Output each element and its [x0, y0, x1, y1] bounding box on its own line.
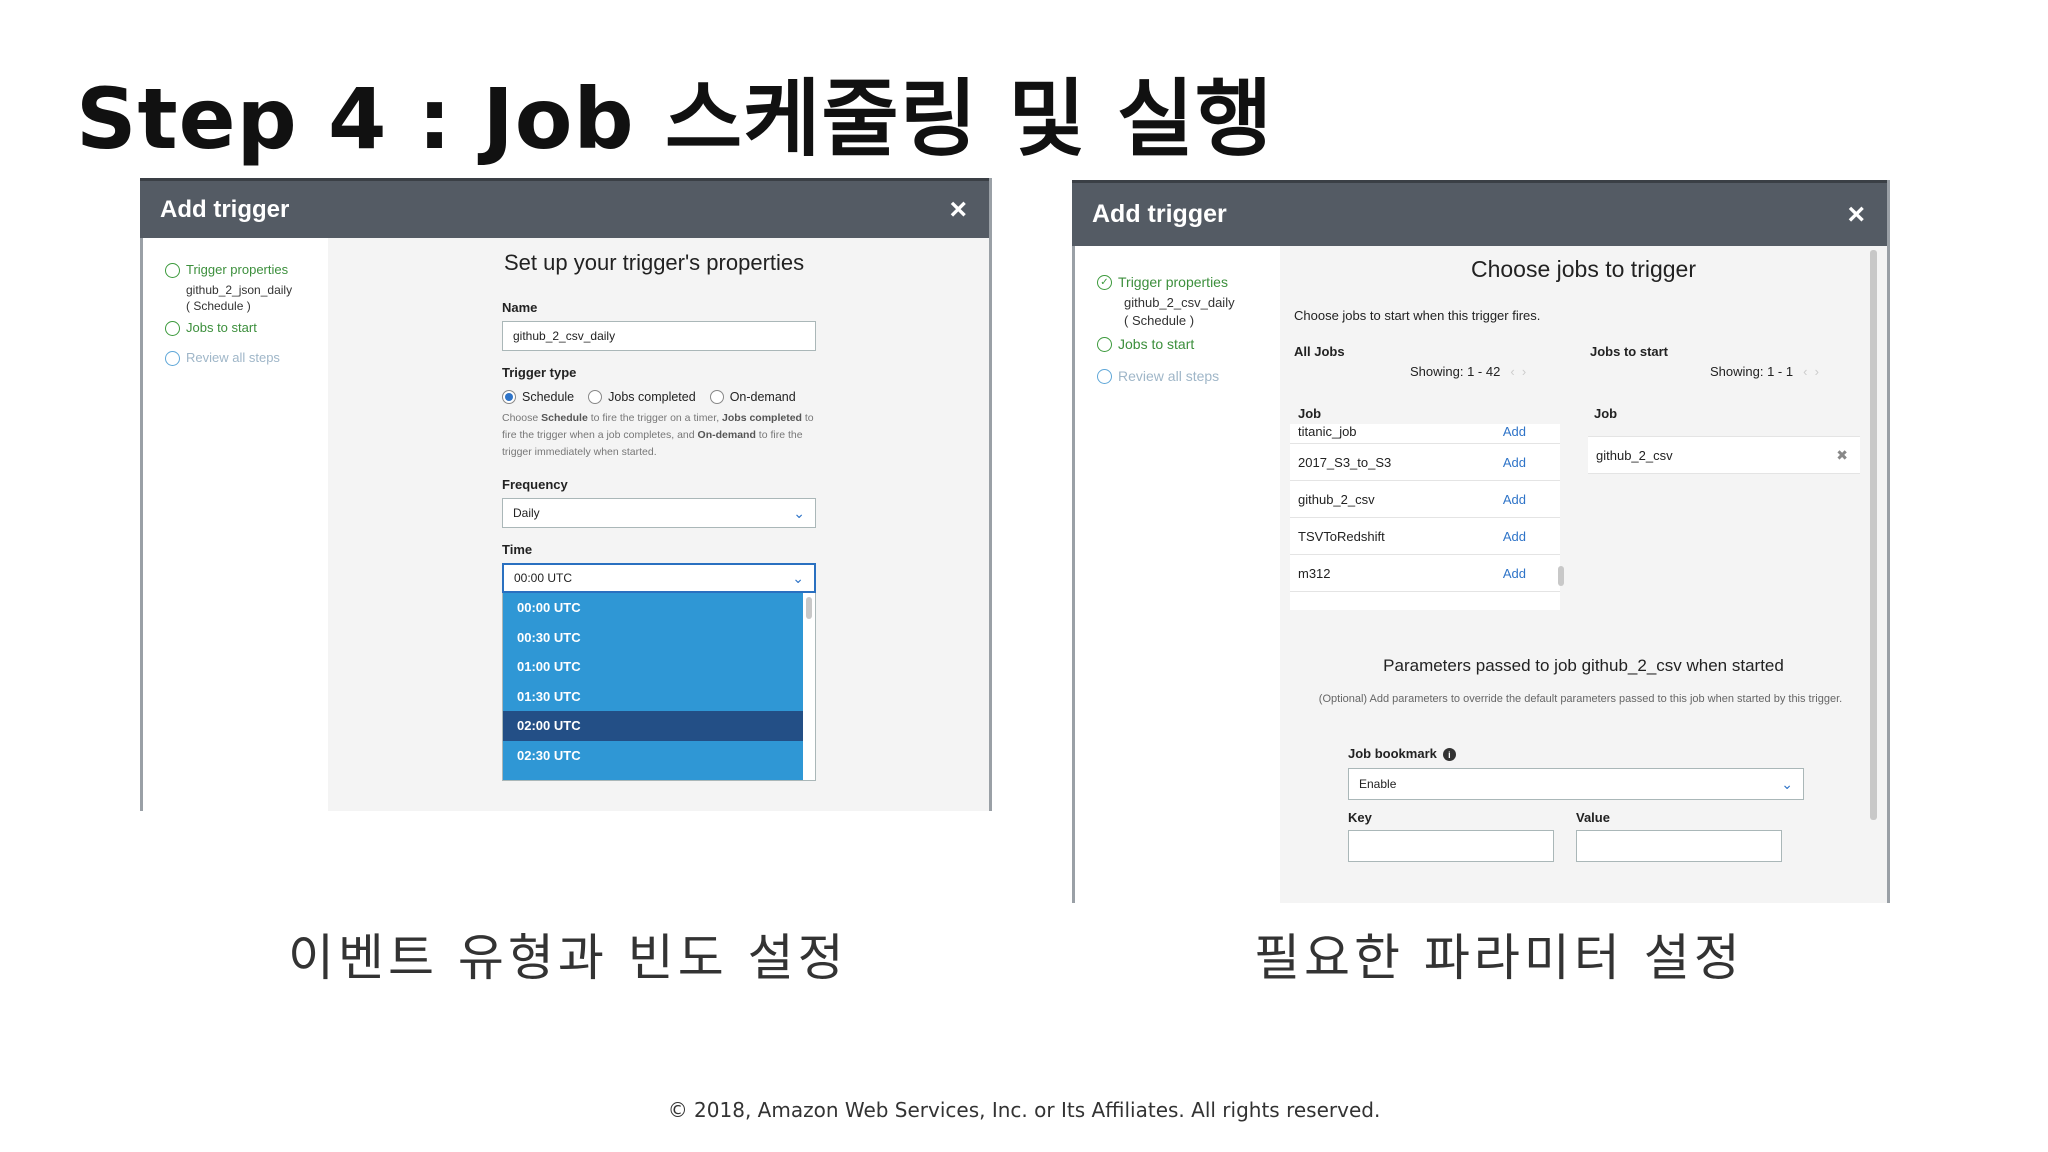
time-option[interactable]: 01:00 UTC: [503, 652, 803, 682]
step-circle-icon: [1097, 337, 1112, 352]
time-dropdown: 00:00 UTC 00:30 UTC 01:00 UTC 01:30 UTC …: [502, 593, 816, 781]
add-trigger-dialog-jobs: Add trigger × ✓ Trigger properties githu…: [1072, 180, 1890, 903]
key-label: Key: [1348, 810, 1372, 825]
step-label: Review all steps: [1118, 368, 1220, 384]
dialog-title: Add trigger: [1092, 200, 1227, 228]
job-bookmark-select[interactable]: Enable ⌄: [1348, 768, 1804, 800]
step-label: Jobs to start: [1118, 336, 1195, 352]
time-option[interactable]: 00:30 UTC: [503, 623, 803, 653]
value-input[interactable]: [1576, 830, 1782, 862]
close-icon[interactable]: ×: [1847, 198, 1865, 232]
params-help: (Optional) Add parameters to override th…: [1318, 693, 1843, 705]
time-option-highlighted[interactable]: 02:00 UTC: [503, 711, 803, 741]
all-jobs-showing: Showing: 1 - 42 ‹ ›: [1410, 364, 1527, 379]
job-bookmark-label: Job bookmark i: [1348, 746, 1456, 762]
value-label: Value: [1576, 810, 1610, 825]
add-job-link[interactable]: Add: [1503, 424, 1526, 439]
dialog-titlebar: Add trigger ×: [140, 178, 989, 238]
time-option[interactable]: 01:30 UTC: [503, 682, 803, 712]
trigger-type-label: Trigger type: [502, 365, 577, 380]
time-option[interactable]: 00:00 UTC: [503, 593, 803, 623]
add-job-link[interactable]: Add: [1503, 455, 1526, 470]
info-icon: i: [1442, 748, 1456, 762]
step-circle-icon: [165, 351, 180, 366]
jobs-to-start-title: Jobs to start: [1590, 344, 1669, 359]
caption-right: 필요한 파라미터 설정: [1254, 929, 1744, 987]
all-jobs-column-header: Job: [1298, 406, 1322, 421]
table-row: github_2_csv Add: [1290, 481, 1560, 518]
table-row: titanic_job Add: [1290, 424, 1560, 444]
dialog-titlebar: Add trigger ×: [1072, 180, 1887, 246]
table-row: github_2_csv ✖: [1588, 437, 1860, 474]
time-option[interactable]: 02:30 UTC: [503, 741, 803, 771]
step-label: Trigger properties: [1118, 274, 1228, 290]
dropdown-scrollbar[interactable]: [806, 597, 812, 619]
copyright-footer: © 2018, Amazon Web Services, Inc. or Its…: [667, 1098, 1381, 1122]
slide-title: Step 4 : Job 스케줄링 및 실행: [76, 70, 1274, 168]
check-icon: ✓: [1097, 275, 1112, 290]
key-input[interactable]: [1348, 830, 1554, 862]
trigger-type-radio-group: Schedule Jobs completed On-demand: [502, 390, 989, 404]
all-jobs-title: All Jobs: [1294, 344, 1345, 359]
panel-description: Choose jobs to start when this trigger f…: [1294, 308, 1541, 323]
name-input[interactable]: github_2_csv_daily: [502, 321, 816, 351]
step-jobs-to-start[interactable]: Jobs to start: [165, 320, 328, 336]
add-job-link[interactable]: Add: [1503, 529, 1526, 544]
dialog-title: Add trigger: [160, 195, 290, 223]
add-job-link[interactable]: Add: [1503, 492, 1526, 507]
radio-schedule[interactable]: Schedule: [502, 390, 574, 404]
step-trigger-properties[interactable]: ✓ Trigger properties: [1097, 274, 1280, 290]
step-label: Trigger properties: [186, 262, 289, 277]
remove-job-icon[interactable]: ✖: [1836, 447, 1848, 464]
frequency-label: Frequency: [502, 477, 568, 492]
params-heading: Parameters passed to job github_2_csv wh…: [1383, 656, 1784, 675]
wizard-steps: Trigger properties github_2_json_daily (…: [140, 238, 328, 811]
add-trigger-dialog-properties: Add trigger × Trigger properties github_…: [140, 178, 992, 811]
frequency-select[interactable]: Daily ⌄: [502, 498, 816, 528]
trigger-type-help: Choose Schedule to fire the trigger on a…: [502, 412, 814, 458]
time-select[interactable]: 00:00 UTC ⌄: [502, 563, 816, 593]
step-sub-name: github_2_csv_daily: [1124, 295, 1235, 310]
jobs-to-start-column-header: Job: [1594, 406, 1618, 421]
name-label: Name: [502, 300, 538, 315]
wizard-steps: ✓ Trigger properties github_2_csv_daily …: [1072, 246, 1280, 903]
jobs-to-start-showing: Showing: 1 - 1 ‹ ›: [1710, 364, 1819, 379]
step-circle-icon: [1097, 369, 1112, 384]
time-label: Time: [502, 542, 533, 557]
panel-heading: Choose jobs to trigger: [1470, 256, 1696, 282]
step-circle-icon: [165, 321, 180, 336]
add-job-link[interactable]: Add: [1503, 566, 1526, 581]
jobs-to-start-table: github_2_csv ✖: [1588, 436, 1860, 474]
chevron-down-icon: ⌄: [792, 569, 804, 586]
table-row: m312 Add: [1290, 555, 1560, 592]
panel-scrollbar[interactable]: [1870, 250, 1877, 820]
pagination-arrows-icon: ‹ ›: [1510, 364, 1527, 379]
caption-left: 이벤트 유형과 빈도 설정: [288, 929, 848, 987]
step-trigger-properties[interactable]: Trigger properties: [165, 262, 328, 278]
radio-jobs-completed[interactable]: Jobs completed: [588, 390, 696, 404]
form-heading: Set up your trigger's properties: [504, 250, 805, 275]
step-label: Review all steps: [186, 350, 280, 365]
step-sub-type: ( Schedule ): [1124, 313, 1195, 328]
chevron-down-icon: ⌄: [1781, 775, 1793, 792]
step-sub-type: ( Schedule ): [186, 299, 251, 313]
trigger-properties-form: Set up your trigger's properties Name gi…: [328, 238, 989, 811]
step-circle-icon: [165, 263, 180, 278]
close-icon[interactable]: ×: [949, 193, 967, 227]
all-jobs-scrollbar[interactable]: [1558, 566, 1564, 586]
step-review-all-steps[interactable]: Review all steps: [165, 350, 328, 366]
step-review-all-steps[interactable]: Review all steps: [1097, 368, 1280, 384]
step-jobs-to-start[interactable]: Jobs to start: [1097, 336, 1280, 352]
step-sub-name: github_2_json_daily: [186, 283, 293, 297]
choose-jobs-panel: Choose jobs to trigger Choose jobs to st…: [1280, 246, 1887, 903]
radio-on-demand[interactable]: On-demand: [709, 390, 796, 404]
table-row: 2017_S3_to_S3 Add: [1290, 444, 1560, 481]
table-row: TSVToRedshift Add: [1290, 518, 1560, 555]
pagination-arrows-icon: ‹ ›: [1803, 364, 1819, 379]
chevron-down-icon: ⌄: [793, 504, 805, 521]
step-label: Jobs to start: [186, 320, 257, 335]
all-jobs-table: titanic_job Add 2017_S3_to_S3 Add github_2…: [1290, 424, 1560, 610]
